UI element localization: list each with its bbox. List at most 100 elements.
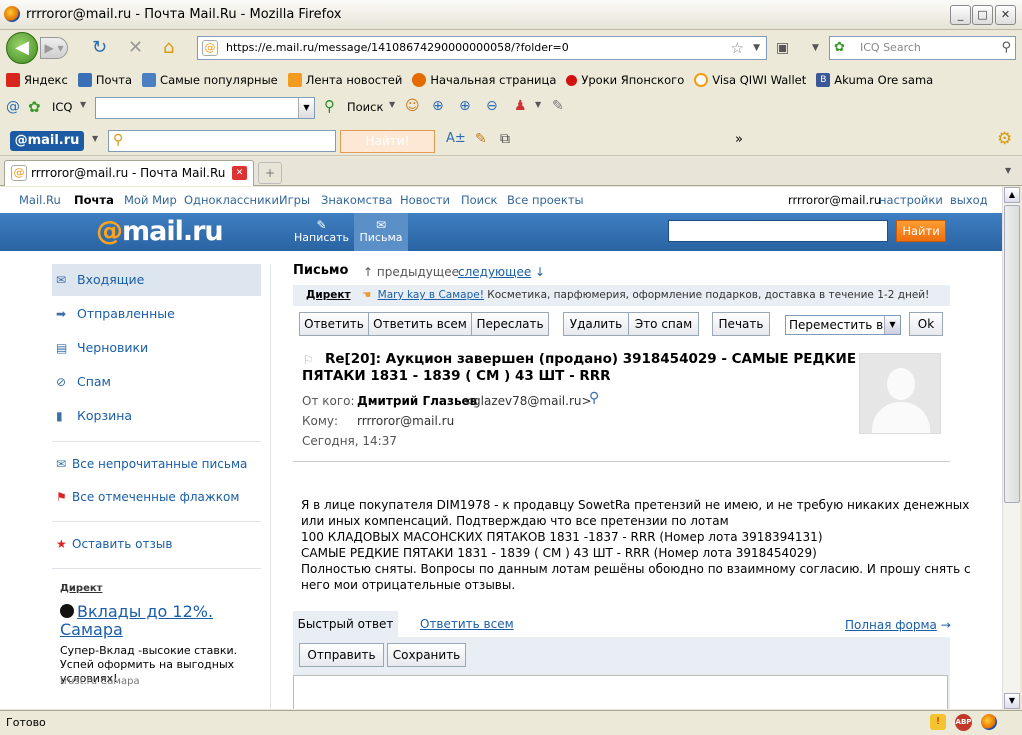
portal-link[interactable]: Одноклассники (184, 193, 279, 207)
folder-sent[interactable]: ➡ Отправленные (52, 298, 261, 330)
mailru-logo[interactable]: @mail.ru (96, 216, 224, 247)
next-message-link[interactable]: следующее ↓ (458, 265, 545, 279)
ad-title[interactable]: Вклады до 12%. Самара (60, 603, 250, 639)
portal-link[interactable]: Мой Мир (124, 193, 177, 207)
zoom-icon[interactable]: ⊕ (432, 98, 444, 114)
person-dropdown-icon[interactable]: ▼ (535, 100, 541, 109)
sender-name[interactable]: Дмитрий Глазьев (357, 394, 477, 408)
camera-icon[interactable]: ▣ (776, 38, 789, 58)
portal-link[interactable]: Знакомства (321, 193, 392, 207)
warning-icon[interactable]: ! (930, 714, 946, 730)
direct-ad-link[interactable]: Mary kay в Самаре! (378, 289, 484, 301)
sender-email[interactable]: <glazev78@mail.ru> (463, 394, 592, 408)
minimize-button[interactable]: _ (950, 5, 971, 25)
forward-button[interactable]: ▶ ▾ (40, 37, 68, 59)
reload-icon[interactable]: ↻ (92, 38, 107, 58)
scroll-up-icon[interactable]: ▲ (1004, 187, 1020, 203)
bookmark-star-icon[interactable]: ☆ (731, 37, 744, 59)
mailru-toolbar-logo[interactable]: @mail.ru (10, 131, 84, 151)
browser-tab[interactable]: @ rrrroror@mail.ru - Почта Mail.Ru ✕ (4, 160, 254, 186)
zoom-out-icon[interactable]: ⊖ (486, 98, 498, 114)
settings-link[interactable]: настройки (879, 193, 943, 207)
maximize-button[interactable]: □ (972, 5, 993, 25)
at-icon[interactable]: @ (6, 99, 20, 115)
reply-all-link[interactable]: Ответить всем (420, 617, 514, 631)
icq-label[interactable]: ICQ (52, 100, 72, 114)
url-bar[interactable]: @ https://e.mail.ru/message/141086742900… (197, 36, 767, 60)
search-icon[interactable]: ⚲ (1001, 37, 1011, 59)
letters-button[interactable]: ✉ Письма (354, 213, 408, 251)
icq-dropdown-icon[interactable]: ▼ (80, 100, 86, 109)
zoom-in-icon[interactable]: ⊕ (459, 98, 471, 114)
portal-link-active[interactable]: Почта (74, 193, 114, 207)
portal-link[interactable]: Mail.Ru (19, 193, 61, 207)
portal-link[interactable]: Поиск (461, 193, 497, 207)
all-unread-link[interactable]: ✉ Все непрочитанные письма (52, 448, 261, 480)
close-button[interactable]: ✕ (995, 5, 1016, 25)
stop-icon[interactable]: ✕ (128, 38, 143, 58)
search-icon[interactable]: ⚲ (324, 97, 335, 115)
bookmark-item[interactable]: Яндекс (6, 73, 68, 87)
copy-icon[interactable]: ⧉ (500, 131, 510, 147)
send-button[interactable]: Отправить (299, 643, 384, 667)
save-button[interactable]: Сохранить (387, 643, 466, 667)
search-input[interactable]: ✿ ICQ Search ⚲ (829, 36, 1016, 60)
find-button[interactable]: Найти! (340, 130, 435, 153)
compose-button[interactable]: ✎ Написать (294, 213, 349, 251)
direct-ad-label[interactable]: Директ (60, 583, 102, 594)
forward-button[interactable]: Переслать (471, 312, 549, 336)
mail-search-button[interactable]: Найти (896, 220, 946, 242)
reply-button[interactable]: Ответить (299, 312, 369, 336)
bookmark-item[interactable]: Почта (77, 73, 132, 87)
portal-link[interactable]: Игры (279, 193, 310, 207)
bookmark-item[interactable]: Самые популярные (142, 73, 278, 87)
new-tab-button[interactable]: + (258, 162, 282, 184)
home-icon[interactable]: ⌂ (163, 38, 174, 58)
adblock-icon[interactable]: ABP (955, 714, 972, 731)
search-sender-icon[interactable]: ⚲ (589, 390, 599, 406)
folder-trash[interactable]: ▮ Корзина (52, 400, 261, 432)
logout-link[interactable]: выход (950, 193, 988, 207)
back-button[interactable]: ◀ (6, 32, 38, 64)
spam-button[interactable]: Это спам (628, 312, 699, 336)
quick-reply-tab[interactable]: Быстрый ответ (293, 611, 398, 637)
firefox-status-icon[interactable] (981, 714, 997, 730)
reply-textarea[interactable] (293, 675, 948, 709)
icq-flower-icon[interactable]: ✿ (28, 98, 41, 116)
mailru-search-input[interactable]: ⚲ (108, 130, 336, 152)
icq-search-button[interactable]: Поиск (347, 100, 383, 114)
toolbar-overflow-chevron[interactable]: » (735, 132, 743, 147)
folder-spam[interactable]: ⊘ Спам (52, 366, 261, 398)
logo-dropdown-icon[interactable]: ▼ (92, 134, 98, 143)
smiley-icon[interactable]: ☺ (405, 98, 420, 114)
scroll-thumb[interactable] (1004, 205, 1020, 503)
combobox-arrow-icon[interactable]: ▼ (298, 98, 314, 118)
feedback-link[interactable]: ★ Оставить отзыв (52, 528, 261, 560)
ad-source[interactable]: trust.ru Самара (60, 676, 140, 687)
reply-all-button[interactable]: Ответить всем (368, 312, 472, 336)
folder-inbox[interactable]: ✉ Входящие (52, 264, 261, 296)
bookmark-item[interactable]: В Akuma Ore sama (816, 73, 933, 87)
icq-search-combobox[interactable]: ▼ (95, 97, 315, 119)
search-dropdown-icon[interactable]: ▼ (389, 100, 395, 109)
tab-list-dropdown-icon[interactable]: ▼ (1005, 166, 1011, 175)
tab-close-icon[interactable]: ✕ (232, 166, 247, 180)
scroll-down-icon[interactable]: ▼ (1004, 693, 1020, 709)
delete-button[interactable]: Удалить (563, 312, 629, 336)
portal-link[interactable]: Новости (400, 193, 450, 207)
prev-message-link[interactable]: ↑ предыдущее (363, 265, 459, 279)
flag-icon[interactable]: ⚐ (303, 353, 314, 367)
move-ok-button[interactable]: Ok (909, 312, 943, 336)
portal-link[interactable]: Все проекты (507, 193, 584, 207)
bookmark-item[interactable]: Уроки Японского (566, 73, 684, 87)
mail-search-input[interactable] (668, 220, 888, 242)
eraser-icon[interactable]: ✎ (552, 98, 564, 114)
bookmark-item[interactable]: Visa QIWI Wallet (694, 73, 806, 87)
all-flagged-link[interactable]: ⚑ Все отмеченные флажком (52, 481, 261, 513)
vertical-scrollbar[interactable]: ▲ ▼ (1002, 187, 1020, 709)
bookmark-item[interactable]: Лента новостей (287, 73, 402, 87)
camera-dropdown-icon[interactable]: ▼ (812, 38, 819, 58)
font-size-icon[interactable]: A± (446, 131, 466, 146)
move-to-select[interactable]: Переместить в ▼ (785, 315, 901, 335)
person-icon[interactable]: ♟ (514, 98, 527, 114)
